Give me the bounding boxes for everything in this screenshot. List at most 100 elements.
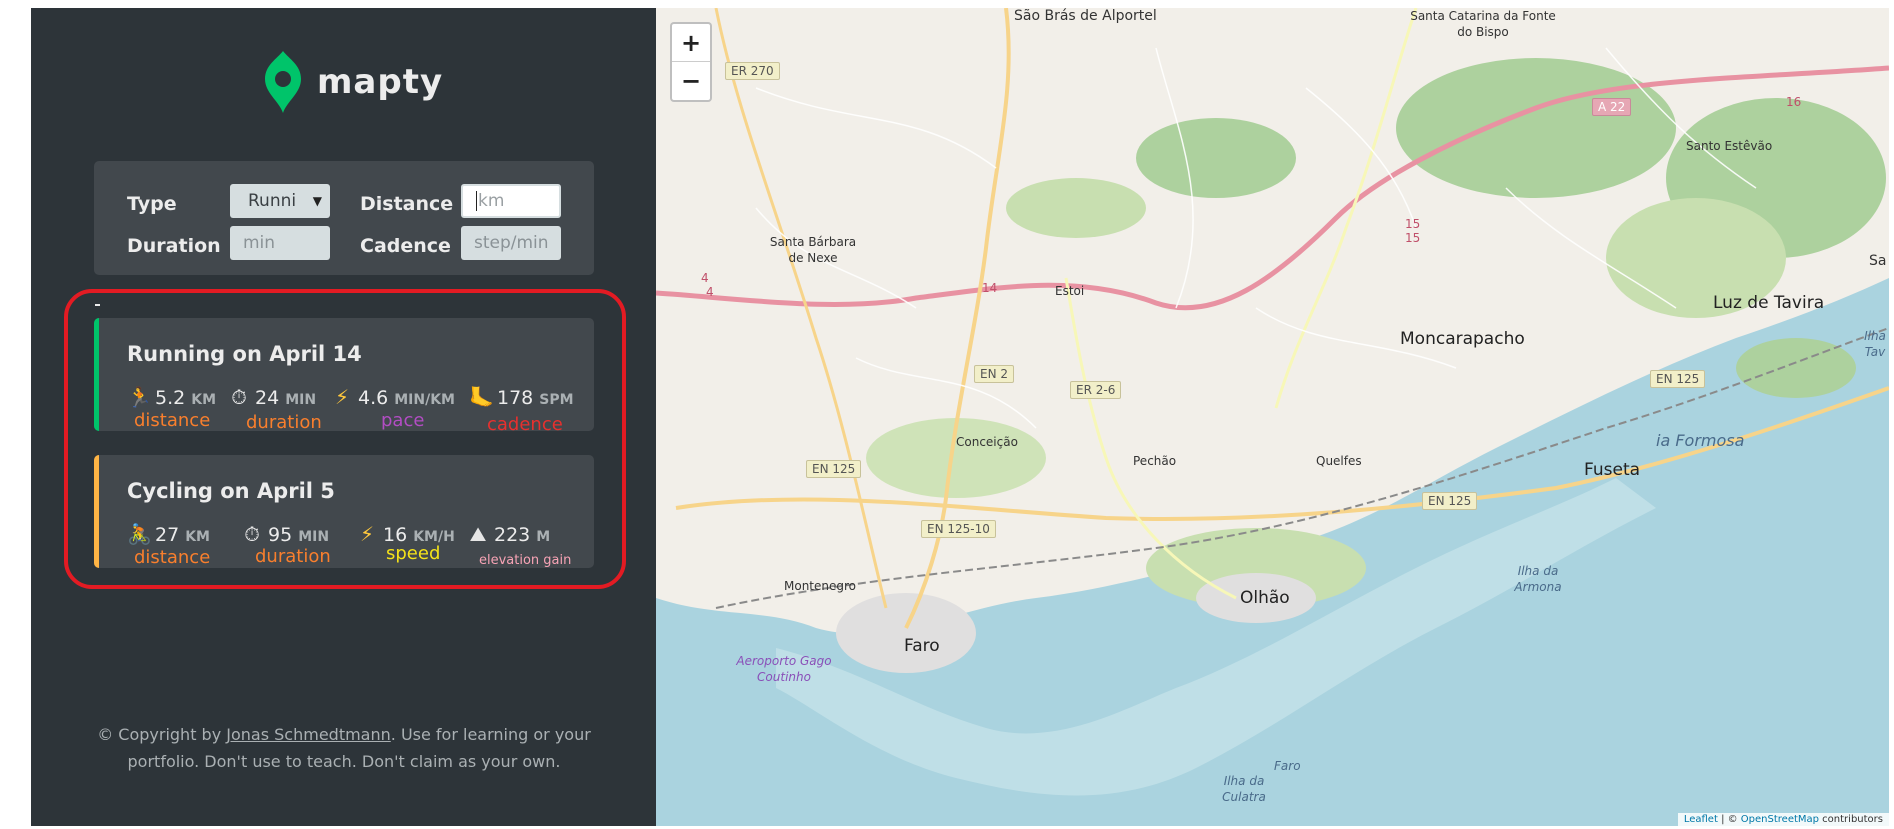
detail-unit: MIN (298, 529, 330, 545)
detail-unit: SPM (539, 392, 574, 408)
place-label: Moncarapacho (1400, 329, 1525, 349)
osm-link[interactable]: OpenStreetMap (1741, 814, 1819, 825)
workout-detail-duration: ⏱ 95 MIN (240, 522, 329, 546)
sidebar: mapty Type Runni ▼ Distance km Duration … (31, 8, 656, 826)
workout-color-bar (94, 455, 99, 568)
type-label: Type (127, 193, 177, 215)
airport-label: Aeroporto Gago Coutinho (736, 654, 832, 684)
type-select[interactable]: Runni ▼ (230, 184, 330, 218)
app-name: mapty (317, 62, 444, 102)
cadence-input[interactable]: step/min (461, 226, 561, 260)
detail-caption: speed (386, 543, 441, 564)
logo: mapty (263, 46, 443, 118)
island-label: Ilha Tav (1864, 329, 1886, 359)
cyclist-icon: 🚴 (127, 522, 152, 546)
workout-title: Running on April 14 (127, 342, 362, 366)
cadence-placeholder: step/min (474, 233, 549, 253)
attribution-suffix: contributors (1819, 814, 1883, 825)
place-label: Olhão (1240, 588, 1290, 608)
workout-detail-elevation: ⛰ 223 M (466, 522, 551, 546)
lagoon-label: ia Formosa (1656, 431, 1745, 450)
place-label: São Brás de Alportel (1014, 8, 1157, 24)
place-label: Quelfes (1316, 454, 1362, 468)
mountain-icon: ⛰ (469, 522, 487, 546)
map-pin-icon (265, 51, 301, 113)
detail-value: 24 (255, 387, 280, 409)
map-tiles (656, 8, 1889, 826)
road-label: A 22 (1592, 98, 1632, 116)
detail-caption: pace (381, 410, 425, 431)
workout-detail-distance: 🚴 27 KM (127, 522, 210, 546)
workout-color-bar (94, 318, 99, 431)
island-label: Ilha da Armona (1514, 564, 1562, 594)
road-label: EN 125-10 (921, 520, 996, 538)
detail-caption: distance (134, 547, 211, 568)
zoom-in-button[interactable]: + (672, 24, 710, 62)
workout-running[interactable]: Running on April 14 🏃 5.2 KM distance ⏱ … (94, 318, 594, 431)
copyright: © Copyright by Jonas Schmedtmann. Use fo… (91, 721, 597, 775)
road-label: EN 125 (806, 460, 862, 478)
road-number: 15 (1405, 231, 1421, 245)
road-number: 16 (1786, 95, 1802, 109)
road-label: ER 2-6 (1070, 381, 1122, 399)
place-label: Luz de Tavira (1713, 293, 1825, 313)
detail-value: 4.6 (358, 387, 389, 409)
chevron-down-icon: ▼ (312, 194, 322, 208)
zoom-control: + − (670, 22, 712, 102)
road-number: 4 (706, 285, 714, 299)
author-link[interactable]: Jonas Schmedtmann (226, 725, 391, 744)
distance-placeholder: km (476, 191, 505, 211)
workout-title: Cycling on April 5 (127, 479, 335, 503)
workout-detail-pace: ⚡ 4.6 MIN/KM (330, 385, 455, 409)
footprint-icon: 🦶 (469, 385, 494, 409)
leaflet-link[interactable]: Leaflet (1684, 814, 1718, 825)
distance-input[interactable]: km (461, 184, 561, 218)
place-label: Fuseta (1584, 460, 1641, 480)
detail-caption: duration (255, 546, 331, 567)
copyright-prefix: © Copyright by (97, 725, 227, 744)
detail-unit: KM (185, 529, 210, 545)
workout-detail-cadence: 🦶 178 SPM (469, 385, 574, 409)
lagoon-label: Faro (1274, 759, 1301, 773)
zoom-out-button[interactable]: − (672, 62, 710, 99)
runner-icon: 🏃 (127, 385, 152, 409)
road-label: EN 125 (1650, 370, 1706, 388)
workout-cycling[interactable]: Cycling on April 5 🚴 27 KM distance ⏱ 95… (94, 455, 594, 568)
detail-unit: KM (191, 392, 216, 408)
lightning-icon: ⚡ (359, 522, 375, 546)
place-label: Santo Estêvão (1686, 139, 1773, 153)
type-select-value: Runni (248, 191, 297, 211)
place-label: Santa Catarina da Fonte do Bispo (1410, 9, 1556, 39)
distance-label: Distance (360, 193, 454, 215)
detail-caption: distance (134, 410, 211, 431)
divider (95, 304, 100, 306)
place-label: Faro (904, 636, 940, 656)
place-label: Conceição (956, 435, 1018, 449)
island-label: Ilha da Culatra (1222, 774, 1266, 804)
detail-unit: MIN/KM (394, 392, 455, 408)
road-label: ER 270 (725, 62, 780, 80)
place-label: Pechão (1133, 454, 1177, 468)
cadence-label: Cadence (360, 235, 451, 257)
detail-caption: cadence (487, 414, 563, 431)
duration-placeholder: min (243, 233, 276, 253)
detail-value: 5.2 (155, 387, 186, 409)
stopwatch-icon: ⏱ (231, 385, 247, 409)
duration-input[interactable]: min (230, 226, 330, 260)
detail-unit: MIN (285, 392, 317, 408)
place-label: Montenegro (784, 579, 857, 593)
map[interactable]: São Brás de Alportel Santa Catarina da F… (656, 8, 1889, 826)
detail-value: 223 (494, 524, 531, 546)
road-label: EN 2 (974, 365, 1015, 383)
detail-unit: M (536, 529, 551, 545)
place-label: Estoi (1055, 284, 1085, 298)
lightning-icon: ⚡ (334, 385, 350, 409)
road-label: EN 125 (1422, 492, 1478, 510)
workout-detail-distance: 🏃 5.2 KM (127, 385, 216, 409)
workout-detail-duration: ⏱ 24 MIN (227, 385, 316, 409)
detail-caption: duration (246, 412, 322, 431)
attribution-separator: | © (1717, 814, 1741, 825)
detail-value: 27 (155, 524, 180, 546)
place-label: Santa Bárbara de Nexe (769, 235, 857, 265)
detail-value: 178 (497, 387, 534, 409)
